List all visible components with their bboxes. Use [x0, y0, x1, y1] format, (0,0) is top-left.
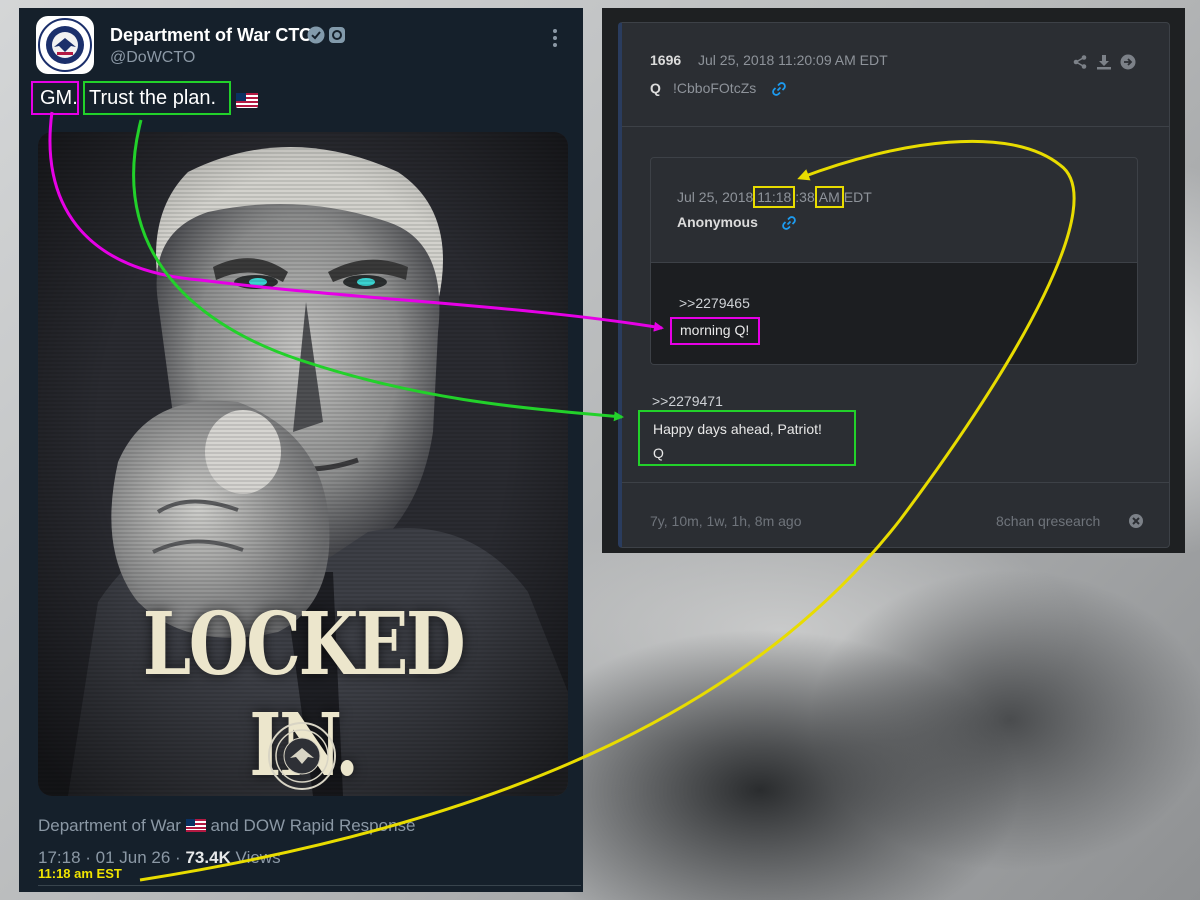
reply-text: Happy days ahead, Patriot! Q	[638, 410, 856, 466]
quoted-date: Jul 25, 2018	[677, 189, 754, 205]
tweet-image-poster[interactable]: LOCKED IN.	[38, 132, 568, 796]
post-source: 8chan qresearch	[996, 513, 1101, 529]
credit-suffix: and DOW Rapid Response	[210, 816, 416, 835]
annotation-time-note: 11:18 am EST	[38, 866, 122, 881]
share-icon[interactable]	[1072, 54, 1088, 70]
quoted-tz: EDT	[843, 189, 872, 205]
post-author: Q	[650, 80, 661, 96]
quoted-datetime: Jul 25, 2018 11:18:38 AM EDT	[677, 186, 872, 210]
reply-reference[interactable]: >>2279471	[652, 393, 723, 409]
quoted-time-s: :38	[795, 189, 815, 205]
poster-seal-logo	[268, 722, 336, 790]
trust-the-plan-text: Trust the plan.	[83, 81, 231, 115]
tweet-card: Department of War CTO @DoWCTO GM. Trust …	[19, 8, 583, 892]
q-drop-card: 1696 Jul 25, 2018 11:20:09 AM EDT Q !Cbb…	[602, 8, 1185, 553]
morning-q-text: morning Q!	[670, 317, 761, 345]
gm-text: GM.	[31, 81, 79, 115]
tripcode: !CbboFOtcZs	[673, 80, 757, 96]
goto-icon[interactable]	[1120, 54, 1136, 70]
time-ago: 7y, 10m, 1w, 1h, 8m ago	[650, 513, 802, 529]
q-post: 1696 Jul 25, 2018 11:20:09 AM EDT Q !Cbb…	[618, 22, 1170, 548]
tweet-time-date: 17:18 · 01 Jun 26 ·	[38, 848, 186, 867]
views-count: 73.4K	[185, 848, 231, 867]
more-options-icon[interactable]	[551, 28, 559, 48]
verified-icon	[307, 26, 325, 44]
dow-seal-logo	[38, 18, 92, 72]
q-post-footer: 7y, 10m, 1w, 1h, 8m ago 8chan qresearch	[622, 482, 1170, 548]
quoted-author: Anonymous	[677, 214, 758, 230]
display-name[interactable]: Department of War CTO	[110, 25, 313, 46]
us-flag-emoji	[236, 93, 258, 108]
handle[interactable]: @DoWCTO	[110, 49, 195, 67]
media-credit[interactable]: Department of War and DOW Rapid Response	[38, 816, 416, 836]
government-affiliation-icon[interactable]	[328, 26, 346, 44]
reply-line-1: Happy days ahead, Patriot!	[653, 421, 822, 437]
credit-prefix: Department of War	[38, 816, 181, 835]
quoted-body: >>2279465 morning Q!	[651, 262, 1137, 364]
download-icon[interactable]	[1096, 54, 1112, 70]
reply-line-2: Q	[653, 445, 664, 461]
avatar[interactable]	[36, 16, 94, 74]
post-number[interactable]: 1696	[650, 52, 681, 68]
quoted-reference[interactable]: >>2279465	[679, 295, 750, 311]
tweet-timestamp[interactable]: 17:18 · 01 Jun 26 · 73.4K Views	[38, 848, 281, 868]
divider	[38, 885, 581, 886]
close-icon[interactable]	[1128, 513, 1144, 529]
quoted-ampm: AM	[814, 186, 844, 208]
quoted-time-hm: 11:18	[753, 186, 796, 208]
q-post-header: 1696 Jul 25, 2018 11:20:09 AM EDT Q !Cbb…	[622, 23, 1170, 127]
post-datetime: Jul 25, 2018 11:20:09 AM EDT	[698, 52, 888, 68]
link-icon[interactable]	[781, 215, 797, 231]
quoted-post: Jul 25, 2018 11:18:38 AM EDT Anonymous >…	[650, 157, 1138, 365]
link-icon[interactable]	[771, 81, 787, 97]
views-label: Views	[230, 848, 281, 867]
us-flag-emoji	[185, 819, 206, 832]
